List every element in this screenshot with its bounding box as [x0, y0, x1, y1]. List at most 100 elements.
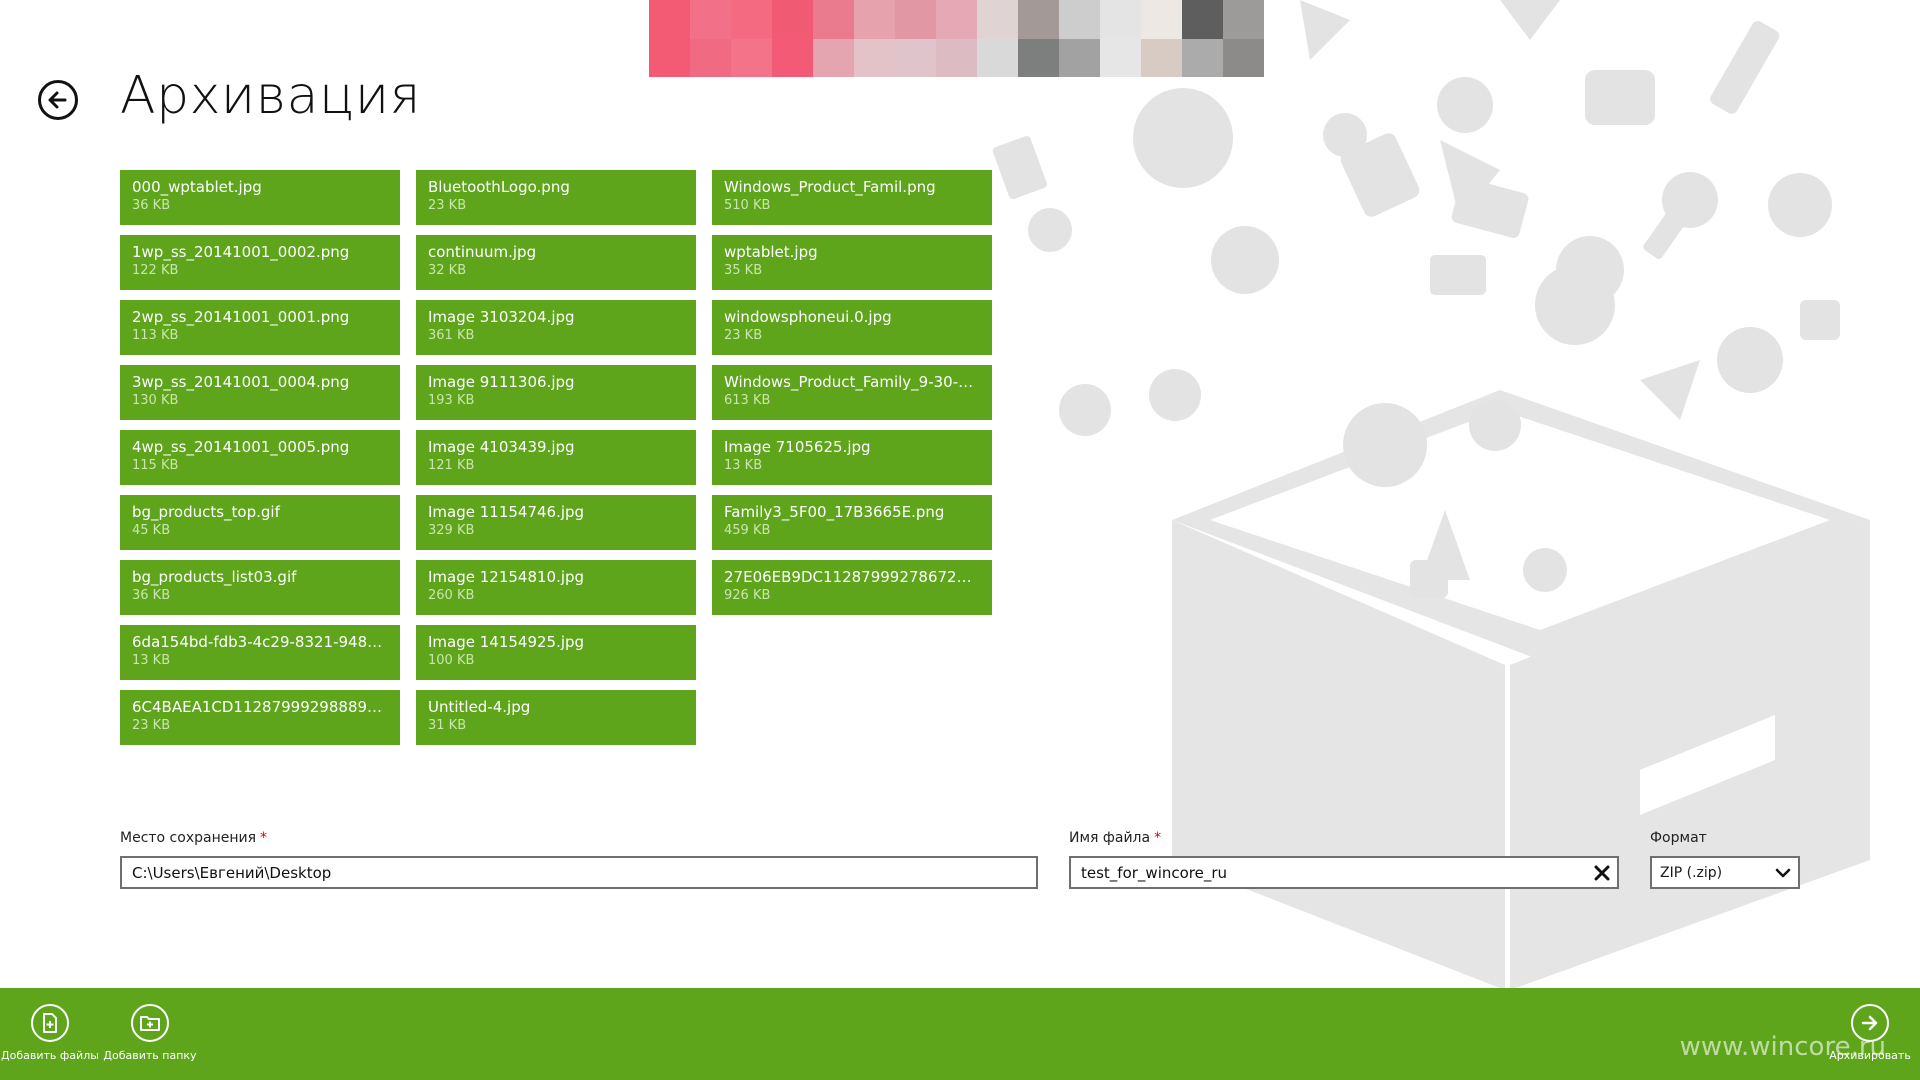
file-tile[interactable]: 1wp_ss_20141001_0002.png 122 KB: [120, 235, 400, 290]
file-size: 361 KB: [428, 328, 475, 343]
header-strip-column: [731, 0, 772, 77]
header-strip-cell: [772, 38, 813, 77]
file-tile[interactable]: bg_products_top.gif 45 KB: [120, 495, 400, 550]
file-name: Windows_Product_Family_9-30-Ev...: [724, 373, 980, 391]
file-tile[interactable]: 27E06EB9DC11287999278672650... 926 KB: [712, 560, 992, 615]
header-strip-cell: [1018, 38, 1059, 77]
chevron-down-icon: [1775, 868, 1791, 877]
back-button[interactable]: [38, 80, 78, 120]
header-strip-cell: [1182, 0, 1223, 39]
header-strip-column: [1018, 0, 1059, 77]
file-size: 31 KB: [428, 718, 467, 733]
file-size: 115 KB: [132, 458, 179, 473]
file-tile[interactable]: Image 3103204.jpg 361 KB: [416, 300, 696, 355]
file-name: 27E06EB9DC11287999278672650...: [724, 568, 980, 586]
file-size: 329 KB: [428, 523, 475, 538]
required-marker: *: [260, 830, 268, 846]
file-tile[interactable]: 6C4BAEA1CD11287999298889236... 23 KB: [120, 690, 400, 745]
file-name: continuum.jpg: [428, 243, 537, 261]
header-strip-cell: [1223, 38, 1264, 77]
header-strip-cell: [895, 0, 936, 39]
file-name: Image 4103439.jpg: [428, 438, 575, 456]
file-tile[interactable]: wptablet.jpg 35 KB: [712, 235, 992, 290]
file-tile[interactable]: Image 7105625.jpg 13 KB: [712, 430, 992, 485]
file-name: Image 9111306.jpg: [428, 373, 575, 391]
header-strip-cell: [977, 0, 1018, 39]
file-name: 6C4BAEA1CD11287999298889236...: [132, 698, 388, 716]
format-select[interactable]: ZIP (.zip): [1650, 856, 1800, 889]
file-tile[interactable]: bg_products_list03.gif 36 KB: [120, 560, 400, 615]
file-size: 113 KB: [132, 328, 179, 343]
header-strip-cell: [1141, 38, 1182, 77]
file-tile[interactable]: BluetoothLogo.png 23 KB: [416, 170, 696, 225]
file-tile[interactable]: Image 4103439.jpg 121 KB: [416, 430, 696, 485]
header-strip-cell: [1059, 0, 1100, 39]
app-bar: Добавить файлы Добавить папку Архивирова…: [0, 988, 1920, 1080]
file-tile[interactable]: Image 14154925.jpg 100 KB: [416, 625, 696, 680]
file-name: Image 12154810.jpg: [428, 568, 585, 586]
file-name-input[interactable]: [1071, 863, 1587, 882]
file-tile[interactable]: 4wp_ss_20141001_0005.png 115 KB: [120, 430, 400, 485]
header-strip-cell: [690, 38, 731, 77]
arrow-left-icon: [48, 91, 67, 109]
file-size: 13 KB: [724, 458, 763, 473]
clear-button[interactable]: [1587, 858, 1617, 887]
file-tile[interactable]: continuum.jpg 32 KB: [416, 235, 696, 290]
save-location-label-text: Место сохранения: [120, 830, 257, 846]
header-strip-cell: [1100, 38, 1141, 77]
file-name: 3wp_ss_20141001_0004.png: [132, 373, 350, 391]
header-strip-cell: [1223, 0, 1264, 39]
header-strip-cell: [1182, 38, 1223, 77]
file-size: 926 KB: [724, 588, 771, 603]
file-size: 13 KB: [132, 653, 171, 668]
save-location-input[interactable]: [122, 863, 1036, 882]
add-file-icon: [31, 1004, 69, 1042]
header-strip-column: [936, 0, 977, 77]
file-tile[interactable]: windowsphoneui.0.jpg 23 KB: [712, 300, 992, 355]
file-tile[interactable]: 000_wptablet.jpg 36 KB: [120, 170, 400, 225]
header-strip-cell: [854, 0, 895, 39]
header-strip-column: [854, 0, 895, 77]
add-files-button[interactable]: Добавить файлы: [0, 1004, 100, 1062]
file-tile[interactable]: Image 9111306.jpg 193 KB: [416, 365, 696, 420]
file-tile[interactable]: Family3_5F00_17B3665E.png 459 KB: [712, 495, 992, 550]
header-strip-cell: [1018, 0, 1059, 39]
file-name: Image 7105625.jpg: [724, 438, 871, 456]
add-folder-button[interactable]: Добавить папку: [100, 1004, 200, 1062]
file-tile[interactable]: Image 12154810.jpg 260 KB: [416, 560, 696, 615]
file-size: 122 KB: [132, 263, 179, 278]
file-size: 36 KB: [132, 588, 171, 603]
file-tile[interactable]: 2wp_ss_20141001_0001.png 113 KB: [120, 300, 400, 355]
file-tile[interactable]: Untitled-4.jpg 31 KB: [416, 690, 696, 745]
file-name: BluetoothLogo.png: [428, 178, 570, 196]
file-name: Untitled-4.jpg: [428, 698, 531, 716]
file-name: Family3_5F00_17B3665E.png: [724, 503, 945, 521]
file-size: 23 KB: [724, 328, 763, 343]
file-size: 121 KB: [428, 458, 475, 473]
file-size: 36 KB: [132, 198, 171, 213]
header-strip-cell: [1100, 0, 1141, 39]
header-strip-cell: [731, 0, 772, 39]
file-tile[interactable]: Image 11154746.jpg 329 KB: [416, 495, 696, 550]
file-tile[interactable]: Windows_Product_Famil.png 510 KB: [712, 170, 992, 225]
file-tile[interactable]: 6da154bd-fdb3-4c29-8321-948b6... 13 KB: [120, 625, 400, 680]
file-name: 2wp_ss_20141001_0001.png: [132, 308, 350, 326]
file-name: bg_products_list03.gif: [132, 568, 297, 586]
file-name: bg_products_top.gif: [132, 503, 280, 521]
header-strip-column: [1141, 0, 1182, 77]
header-strip-column: [1100, 0, 1141, 77]
file-name-field[interactable]: [1069, 856, 1619, 889]
header-image-strip: [649, 0, 1264, 77]
file-size: 23 KB: [132, 718, 171, 733]
save-location-field[interactable]: [120, 856, 1038, 889]
header-strip-column: [772, 0, 813, 77]
header-strip-cell: [977, 38, 1018, 77]
header-strip-column: [977, 0, 1018, 77]
header-strip-cell: [895, 38, 936, 77]
file-tile[interactable]: Windows_Product_Family_9-30-Ev... 613 KB: [712, 365, 992, 420]
add-folder-label: Добавить папку: [103, 1049, 197, 1062]
header-strip-cell: [690, 0, 731, 39]
header-strip-cell: [731, 38, 772, 77]
file-tile[interactable]: 3wp_ss_20141001_0004.png 130 KB: [120, 365, 400, 420]
watermark: www.wincore.ru: [1679, 1032, 1886, 1062]
